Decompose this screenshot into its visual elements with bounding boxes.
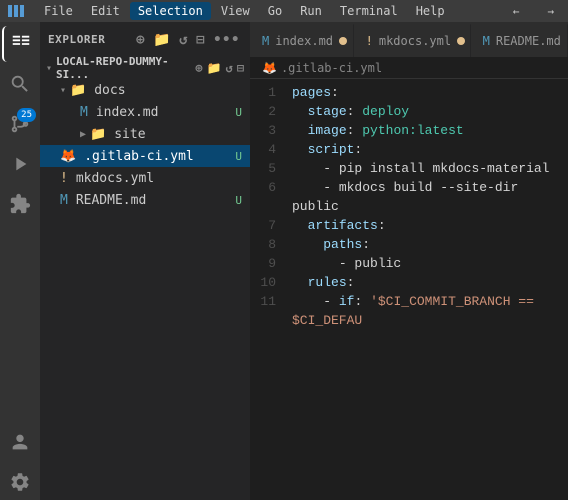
sidebar-title: EXPLORER (48, 33, 105, 46)
editor-tabs: M index.md ! mkdocs.yml M README.md (250, 22, 568, 57)
mkdocs-warning-icon: ! (60, 171, 68, 186)
file-tree: ▾ LOCAL-REPO-DUMMY-SI... ⊕ 📁 ↺ ⊟ ▾ 📁 doc… (40, 57, 250, 500)
account-activity-icon[interactable] (2, 424, 38, 460)
window-controls: ← → (507, 3, 560, 20)
file-index-md[interactable]: M index.md U (40, 101, 250, 123)
editor-content[interactable]: 1 pages: 2 stage: deploy 3 image: python… (250, 79, 568, 500)
tab-index-md[interactable]: M index.md (250, 24, 354, 57)
site-folder-icon: 📁 (90, 127, 106, 142)
search-activity-icon[interactable] (2, 66, 38, 102)
new-folder-icon[interactable]: 📁 (151, 30, 173, 50)
repo-header[interactable]: ▾ LOCAL-REPO-DUMMY-SI... ⊕ 📁 ↺ ⊟ (40, 57, 250, 79)
mkdocs-yml-label: mkdocs.yml (76, 171, 154, 186)
code-line-1: 1 pages: (250, 83, 568, 102)
new-file-repo-icon[interactable]: ⊕ (195, 61, 202, 75)
tab-index-md-icon: M (262, 34, 269, 48)
code-line-2: 2 stage: deploy (250, 102, 568, 121)
title-bar: File Edit Selection View Go Run Terminal… (0, 0, 568, 22)
tab-mkdocs-yml[interactable]: ! mkdocs.yml (354, 24, 471, 57)
folder-docs[interactable]: ▾ 📁 docs (40, 79, 250, 101)
site-folder-label: site (114, 127, 145, 142)
menu-edit[interactable]: Edit (83, 2, 128, 20)
tab-mkdocs-icon: ! (366, 34, 373, 48)
source-control-activity-icon[interactable]: 25 (2, 106, 38, 142)
code-line-5: 5 - pip install mkdocs-material (250, 159, 568, 178)
sidebar: EXPLORER ⊕ 📁 ↺ ⊟ ••• ▾ LOCAL-REPO-DUMMY-… (40, 22, 250, 500)
sidebar-header-actions: ⊕ 📁 ↺ ⊟ ••• (134, 30, 242, 50)
breadcrumb: 🦊 .gitlab-ci.yml (250, 57, 568, 79)
menu-run[interactable]: Run (292, 2, 330, 20)
menu-selection[interactable]: Selection (130, 2, 211, 20)
sync-icon[interactable]: ↺ (226, 61, 233, 75)
readme-icon: M (60, 193, 68, 208)
docs-chevron-icon: ▾ (60, 85, 66, 96)
code-line-3: 3 image: python:latest (250, 121, 568, 140)
extensions-activity-icon[interactable] (2, 186, 38, 222)
explorer-activity-icon[interactable] (2, 26, 38, 62)
breadcrumb-gitlab-icon: 🦊 (262, 61, 277, 75)
gitlab-ci-status: U (235, 150, 242, 163)
docs-folder-label: docs (94, 83, 125, 98)
index-md-status: U (235, 106, 242, 119)
new-file-icon[interactable]: ⊕ (134, 30, 147, 50)
readme-status: U (235, 194, 242, 207)
app-logo (8, 3, 24, 19)
activity-bar: 25 (0, 22, 40, 500)
back-button[interactable]: ← (507, 3, 526, 20)
menu-help[interactable]: Help (408, 2, 453, 20)
main-layout: 25 EXPLORER ⊕ 📁 ↺ ⊟ ••• (0, 22, 568, 500)
settings-activity-icon[interactable] (2, 464, 38, 500)
more-options-icon[interactable]: ••• (211, 30, 242, 50)
gitlab-ci-label: .gitlab-ci.yml (84, 149, 194, 164)
gitlab-ci-icon: 🦊 (60, 149, 76, 164)
index-md-icon: M (80, 105, 88, 120)
code-line-10: 10 rules: (250, 273, 568, 292)
code-line-7: 7 artifacts: (250, 216, 568, 235)
code-line-6: 6 - mkdocs build --site-dir public (250, 178, 568, 216)
file-mkdocs-yml[interactable]: ! mkdocs.yml (40, 167, 250, 189)
folder-site[interactable]: ▶ 📁 site (40, 123, 250, 145)
readme-label: README.md (76, 193, 146, 208)
repo-actions: ⊕ 📁 ↺ ⊟ (195, 61, 244, 75)
breadcrumb-filename: .gitlab-ci.yml (281, 61, 382, 75)
site-chevron-icon: ▶ (80, 129, 86, 140)
code-line-4: 4 script: (250, 140, 568, 159)
tab-readme-md[interactable]: M README.md (471, 24, 568, 57)
menu-terminal[interactable]: Terminal (332, 2, 406, 20)
source-control-badge: 25 (17, 108, 36, 122)
file-readme-md[interactable]: M README.md U (40, 189, 250, 211)
tab-mkdocs-label: mkdocs.yml (379, 34, 451, 48)
tab-index-md-label: index.md (275, 34, 333, 48)
menu-view[interactable]: View (213, 2, 258, 20)
forward-button[interactable]: → (541, 3, 560, 20)
menu-file[interactable]: File (36, 2, 81, 20)
refresh-icon[interactable]: ↺ (177, 30, 190, 50)
repo-name: LOCAL-REPO-DUMMY-SI... (56, 57, 191, 81)
index-md-label: index.md (96, 105, 159, 120)
menu-bar: File Edit Selection View Go Run Terminal… (36, 2, 453, 20)
code-line-8: 8 paths: (250, 235, 568, 254)
file-gitlab-ci[interactable]: 🦊 .gitlab-ci.yml U (40, 145, 250, 167)
new-folder-repo-icon[interactable]: 📁 (207, 61, 222, 75)
editor-area: M index.md ! mkdocs.yml M README.md 🦊 .g… (250, 22, 568, 500)
menu-go[interactable]: Go (260, 2, 290, 20)
tab-readme-icon: M (483, 34, 490, 48)
tab-mkdocs-dot (457, 37, 465, 45)
run-activity-icon[interactable] (2, 146, 38, 182)
tab-index-md-dot (339, 37, 347, 45)
code-line-9: 9 - public (250, 254, 568, 273)
collapse-icon[interactable]: ⊟ (194, 30, 207, 50)
code-line-11: 11 - if: '$CI_COMMIT_BRANCH == $CI_DEFAU (250, 292, 568, 330)
sidebar-header: EXPLORER ⊕ 📁 ↺ ⊟ ••• (40, 22, 250, 57)
tab-readme-label: README.md (496, 34, 561, 48)
repo-chevron-icon: ▾ (46, 63, 52, 74)
collapse-repo-icon[interactable]: ⊟ (237, 61, 244, 75)
docs-folder-icon: 📁 (70, 83, 86, 98)
